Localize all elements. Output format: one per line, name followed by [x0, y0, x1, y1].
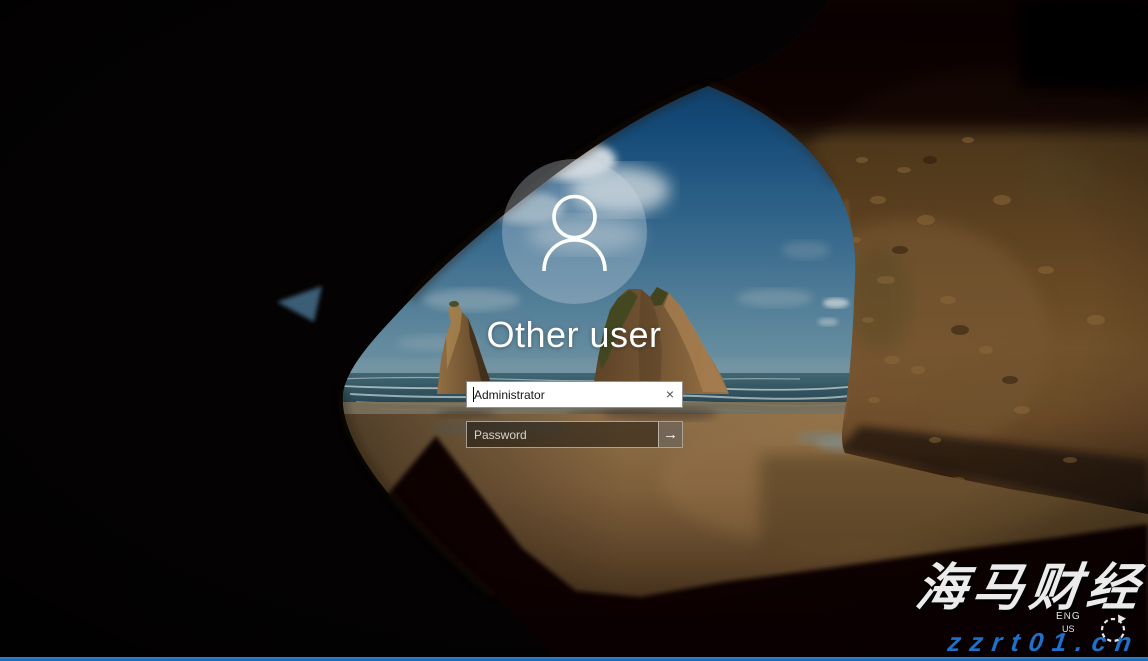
password-input[interactable] [467, 422, 658, 447]
username-field-container: × [466, 381, 683, 408]
submit-arrow-icon: → [663, 426, 678, 443]
watermark-brand: 海马财经 [913, 560, 1148, 616]
password-field-container: → [466, 421, 683, 448]
ease-of-access-button[interactable] [1098, 613, 1130, 645]
clear-username-button[interactable]: × [659, 383, 681, 406]
ease-of-access-icon [1098, 613, 1130, 645]
text-caret [473, 387, 474, 402]
windows-login-screen: Other user × → ENG US 海马财经 zzrt01.cn [0, 0, 1148, 661]
watermark-underline-bar [0, 657, 1148, 661]
user-avatar [502, 159, 647, 304]
user-icon [502, 159, 647, 304]
password-submit-button[interactable]: → [658, 422, 682, 447]
username-input[interactable] [467, 382, 682, 407]
clear-icon: × [666, 386, 674, 402]
other-user-label: Other user [0, 314, 1148, 356]
